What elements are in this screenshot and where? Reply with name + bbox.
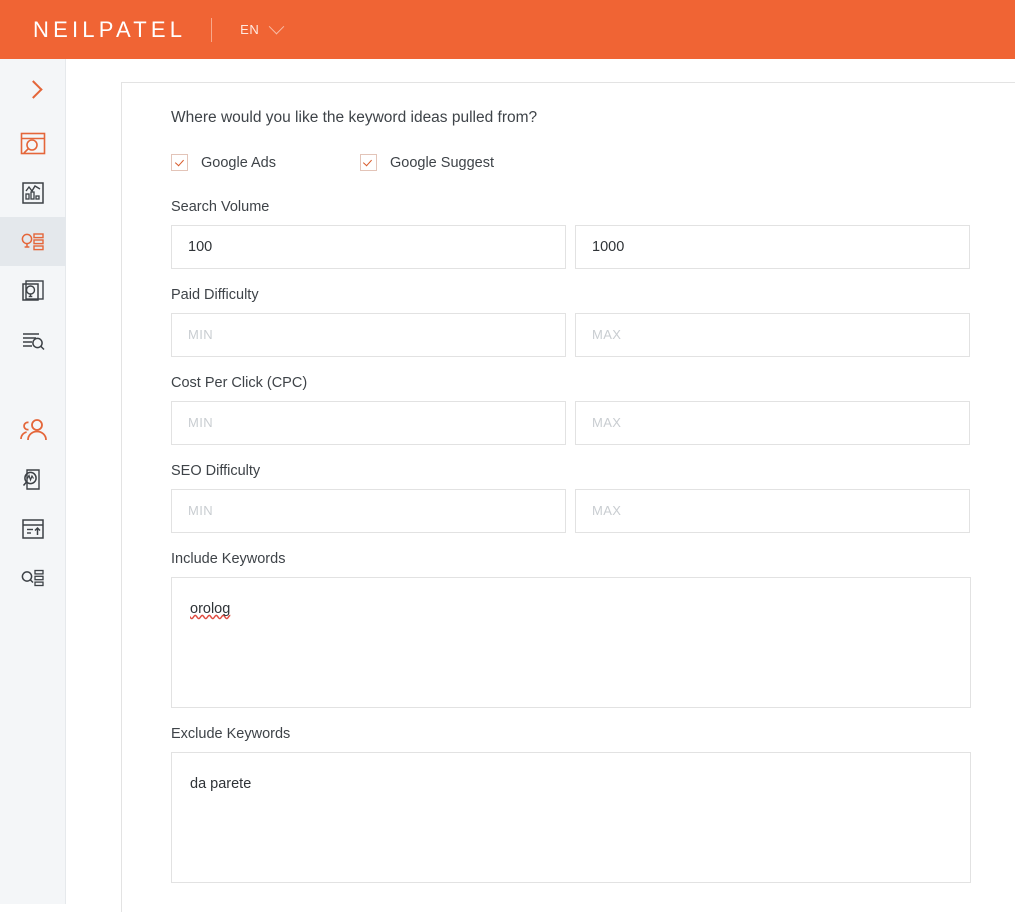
field-label: SEO Difficulty [171,463,261,479]
chevron-right-icon [23,79,43,99]
search-volume-min-input[interactable] [171,225,566,269]
include-keywords-value: orolog [190,601,231,617]
checkbox-label: Google Ads [201,154,276,171]
sidebar-item-backlinks-export[interactable] [0,504,66,553]
field-group-exclude-keywords: Exclude Keywords da parete [171,726,971,883]
keyword-ideas-icon [21,232,44,250]
field-row [171,401,971,445]
sidebar-item-competitors[interactable] [0,406,66,455]
sidebar-item-keyword-research[interactable] [0,315,66,364]
keyword-filter-form: Where would you like the keyword ideas p… [171,109,971,901]
include-keywords-textarea[interactable]: orolog [171,577,971,708]
field-row [171,225,971,269]
field-group-paid-difficulty: Paid Difficulty [171,287,971,357]
checkbox-box [171,154,188,171]
sidebar-expand-button[interactable] [0,59,66,119]
language-switcher[interactable]: EN [240,18,285,37]
sidebar-item-keyword-ideas[interactable] [0,217,66,266]
traffic-analytics-icon [22,181,44,204]
paid-difficulty-max-input[interactable] [575,313,970,357]
field-label: Exclude Keywords [171,726,291,742]
chevron-down-icon [269,18,285,35]
cpc-min-input[interactable] [171,401,566,445]
site-audit-icon [20,132,46,154]
search-volume-max-input[interactable] [575,225,970,269]
sidebar [0,59,66,904]
exclude-keywords-value: da parete [190,776,252,792]
field-row [171,313,971,357]
keyword-list-search-icon [21,569,44,586]
check-icon [363,157,373,167]
field-label: Include Keywords [171,551,286,567]
field-group-include-keywords: Include Keywords orolog [171,551,971,708]
sidebar-item-traffic-analytics[interactable] [0,168,66,217]
field-label: Cost Per Click (CPC) [171,375,308,391]
checkbox-google-ads[interactable]: Google Ads [171,154,276,171]
backlinks-export-icon [22,518,44,539]
field-label: Paid Difficulty [171,287,259,303]
settings-card: Where would you like the keyword ideas p… [121,82,1015,912]
sidebar-item-page-analytics[interactable] [0,455,66,504]
app-header: NEILPATEL EN [0,0,1015,59]
sidebar-item-content-ideas[interactable] [0,266,66,315]
language-label: EN [240,22,260,37]
cpc-max-input[interactable] [575,401,970,445]
keyword-research-list-icon [23,332,45,350]
sidebar-item-keyword-list-search[interactable] [0,553,66,602]
field-label: Search Volume [171,199,270,215]
check-icon [174,157,184,167]
seo-difficulty-min-input[interactable] [171,489,566,533]
checkbox-google-suggest[interactable]: Google Suggest [359,154,494,171]
field-group-search-volume: Search Volume [171,199,971,269]
page-analytics-icon [22,468,40,490]
paid-difficulty-min-input[interactable] [171,313,566,357]
content-ideas-icon [22,279,44,301]
checkbox-label: Google Suggest [389,154,494,171]
exclude-keywords-textarea[interactable]: da parete [171,752,971,883]
competitors-icon [20,418,47,440]
field-row [171,489,971,533]
checkbox-box [359,154,377,171]
sidebar-item-site-audit[interactable] [0,119,66,168]
source-checkbox-row: Google Ads Google Suggest [171,154,971,171]
brand-logo: NEILPATEL [33,16,187,42]
header-divider [211,17,213,42]
form-question: Where would you like the keyword ideas p… [171,109,538,126]
field-group-cpc: Cost Per Click (CPC) [171,375,971,445]
seo-difficulty-max-input[interactable] [575,489,970,533]
field-group-seo-difficulty: SEO Difficulty [171,463,971,533]
